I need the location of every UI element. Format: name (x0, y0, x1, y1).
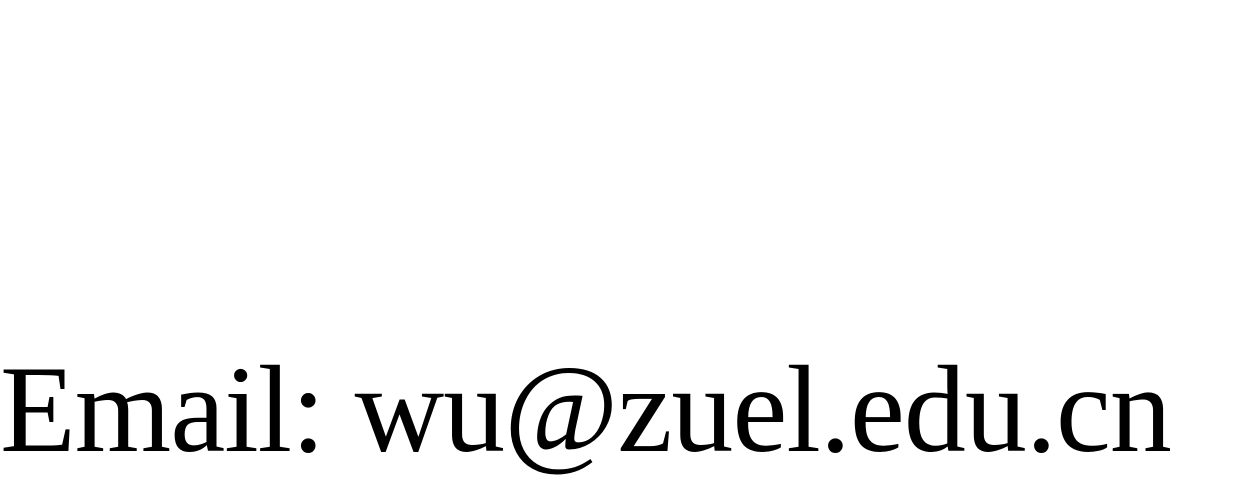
email-contact-text: Email: wu@zuel.edu.cn (0, 341, 1172, 478)
document-page: Email: wu@zuel.edu.cn (0, 0, 1256, 497)
